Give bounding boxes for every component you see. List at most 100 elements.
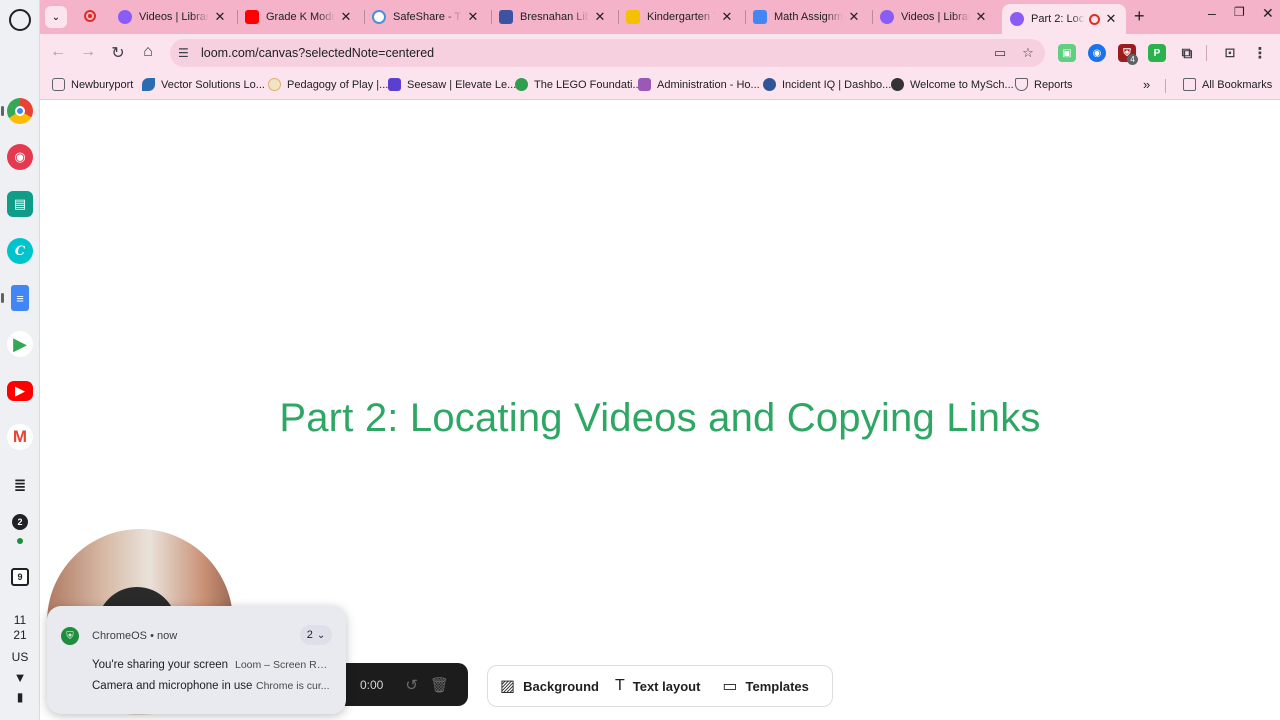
home-icon[interactable]: ⌂ — [138, 43, 158, 61]
back-arrow-icon[interactable]: ← — [48, 43, 68, 61]
battery-icon[interactable]: ▮ — [0, 690, 40, 704]
trash-icon[interactable]: 🗑 — [430, 676, 449, 694]
palette-app-icon[interactable]: ◉ — [7, 144, 33, 170]
close-tab-icon[interactable]: ✕ — [1104, 11, 1118, 27]
more-menu-icon[interactable]: ⋮ — [1251, 44, 1269, 62]
close-tab-icon[interactable]: ✕ — [339, 9, 353, 25]
close-tab-icon[interactable]: ✕ — [593, 9, 607, 25]
url-text[interactable]: loom.com/canvas?selectedNote=centered — [201, 46, 989, 60]
bookmark-item[interactable]: Reports — [1015, 78, 1073, 91]
tab-bresnahan-library[interactable]: Bresnahan Library ✕ — [491, 4, 615, 30]
close-tab-icon[interactable]: ✕ — [213, 9, 227, 25]
bookmark-label: Vector Solutions Lo... — [161, 78, 265, 91]
youtube-app-icon[interactable]: ▶ — [7, 381, 33, 401]
forward-arrow-icon[interactable]: → — [78, 43, 98, 61]
status-dot — [17, 538, 23, 544]
tab-search-chevron-icon[interactable]: ⌄ — [45, 6, 67, 28]
locale-indicator[interactable]: US — [0, 650, 40, 664]
background-button[interactable]: ▨ Background — [500, 676, 599, 696]
address-bar[interactable]: ☰ loom.com/canvas?selectedNote=centered … — [170, 39, 1045, 67]
youtube-favicon-icon — [245, 10, 259, 24]
chrome-app-icon[interactable] — [7, 98, 33, 124]
library-favicon-icon — [499, 10, 513, 24]
tab-videos-library[interactable]: Videos | Library ✕ — [110, 4, 235, 30]
launcher-icon[interactable] — [9, 9, 31, 31]
play-store-icon[interactable]: ▶ — [7, 331, 33, 357]
clock-minute[interactable]: 21 — [0, 628, 40, 642]
bookmark-favicon-icon — [515, 78, 528, 91]
extensions-puzzle-icon[interactable]: ⧉ — [1178, 44, 1196, 62]
bookmark-item[interactable]: Seesaw | Elevate Le... — [388, 78, 516, 91]
tab-grade-k-module[interactable]: Grade K Module ✕ — [237, 4, 361, 30]
library-favicon-icon — [880, 10, 894, 24]
bookmark-item[interactable]: Administration - Ho... — [638, 78, 760, 91]
canva-app-icon[interactable]: C — [7, 238, 33, 264]
wifi-icon[interactable]: ▼ — [0, 670, 40, 685]
bookmark-item[interactable]: Welcome to MySch... — [891, 78, 1014, 91]
bookmark-item[interactable]: Incident IQ | Dashbo... — [763, 78, 891, 91]
notification-source: ChromeOS • now — [92, 630, 178, 642]
active-indicator — [1, 293, 4, 303]
notification-time: now — [157, 630, 178, 642]
close-tab-icon[interactable]: ✕ — [847, 9, 861, 25]
text-layout-label: Text layout — [632, 678, 701, 694]
reload-icon[interactable]: ↻ — [108, 43, 128, 63]
recording-timer: 0:00 — [360, 677, 384, 692]
bookmark-item[interactable]: Newburyport — [52, 78, 133, 91]
close-tab-icon[interactable]: ✕ — [720, 9, 734, 25]
notification-detail: Chrome is cur... — [256, 680, 330, 692]
bookmark-item[interactable]: The LEGO Foundati... — [515, 78, 642, 91]
bookmark-label: Seesaw | Elevate Le... — [407, 78, 517, 91]
gmail-app-icon[interactable]: M — [7, 424, 33, 450]
restore-button[interactable]: ❐ — [1234, 5, 1245, 19]
text-layout-button[interactable]: T Text layout — [615, 677, 700, 695]
active-indicator — [1, 106, 4, 116]
camera-in-use-icon[interactable]: ▭ — [989, 45, 1011, 61]
tab-kindergarten[interactable]: Kindergarten Te ✕ — [618, 4, 742, 30]
bookmark-label: Reports — [1034, 78, 1073, 91]
minimize-button[interactable]: – — [1208, 5, 1216, 21]
tab-safeshare[interactable]: SafeShare - The ✕ — [364, 4, 488, 30]
notification-item[interactable]: You're sharing your screen Loom – Screen… — [92, 659, 331, 671]
notification-count: 2 — [306, 629, 313, 641]
notification-item[interactable]: Camera and microphone in use Chrome is c… — [92, 680, 330, 692]
extension-p-icon[interactable]: P — [1148, 44, 1166, 62]
tab-title: SafeShare - The — [393, 11, 462, 23]
folder-icon — [1183, 78, 1196, 91]
system-notification[interactable]: ⛨ ChromeOS • now 2 ⌄ You're sharing your… — [47, 606, 346, 714]
canvas-edit-bar: ▨ Background T Text layout ▭ Templates — [487, 665, 833, 707]
calendar-icon[interactable]: 9 — [11, 568, 29, 586]
close-tab-icon[interactable]: ✕ — [466, 9, 480, 25]
extension-blue-circle-icon[interactable]: ◉ — [1088, 44, 1106, 62]
playlist-icon[interactable]: ≣ — [7, 472, 33, 498]
site-info-icon[interactable]: ☰ — [178, 46, 194, 60]
classroom-app-icon[interactable]: ▤ — [7, 191, 33, 217]
bookmark-star-icon[interactable]: ☆ — [1017, 45, 1039, 61]
all-bookmarks-button[interactable]: All Bookmarks — [1183, 78, 1272, 91]
bookmark-item[interactable]: Pedagogy of Play |... — [268, 78, 388, 91]
bookmark-favicon-icon — [142, 78, 155, 91]
close-tab-icon[interactable]: ✕ — [974, 9, 988, 25]
tab-math-assignment[interactable]: Math Assignment ✕ — [745, 4, 869, 30]
notification-badge[interactable]: 2 — [12, 514, 28, 530]
cast-icon[interactable]: ⊡ — [1221, 44, 1239, 62]
bookmark-item[interactable]: Vector Solutions Lo... — [142, 78, 265, 91]
restart-icon[interactable]: ↺ — [405, 676, 418, 694]
new-tab-button[interactable]: + — [1134, 6, 1145, 27]
clock-hour[interactable]: 11 — [0, 613, 40, 627]
recording-indicator-icon — [1089, 13, 1100, 25]
docs-app-icon[interactable]: ≡ — [11, 285, 29, 311]
close-window-button[interactable]: ✕ — [1262, 5, 1274, 22]
notification-message: Camera and microphone in use — [92, 680, 253, 692]
templates-button[interactable]: ▭ Templates — [722, 676, 808, 696]
notification-count-toggle[interactable]: 2 ⌄ — [300, 625, 332, 645]
all-bookmarks-label: All Bookmarks — [1202, 78, 1273, 91]
tab-videos-library-2[interactable]: Videos | Library ✕ — [872, 4, 996, 30]
tab-part-2-active[interactable]: Part 2: Locating ✕ — [1002, 4, 1126, 34]
bookmarks-overflow-icon[interactable]: » — [1143, 77, 1150, 92]
extension-green-icon[interactable]: ▣ — [1058, 44, 1076, 62]
tab-strip: ⌄ Videos | Library ✕ Grade K Module ✕ Sa… — [40, 0, 1280, 34]
recording-controls: 0:00 ↺ 🗑 — [338, 663, 468, 706]
bookmarks-bar: Newburyport Vector Solutions Lo... Pedag… — [40, 72, 1280, 100]
extension-badge: 4 — [1127, 54, 1138, 65]
